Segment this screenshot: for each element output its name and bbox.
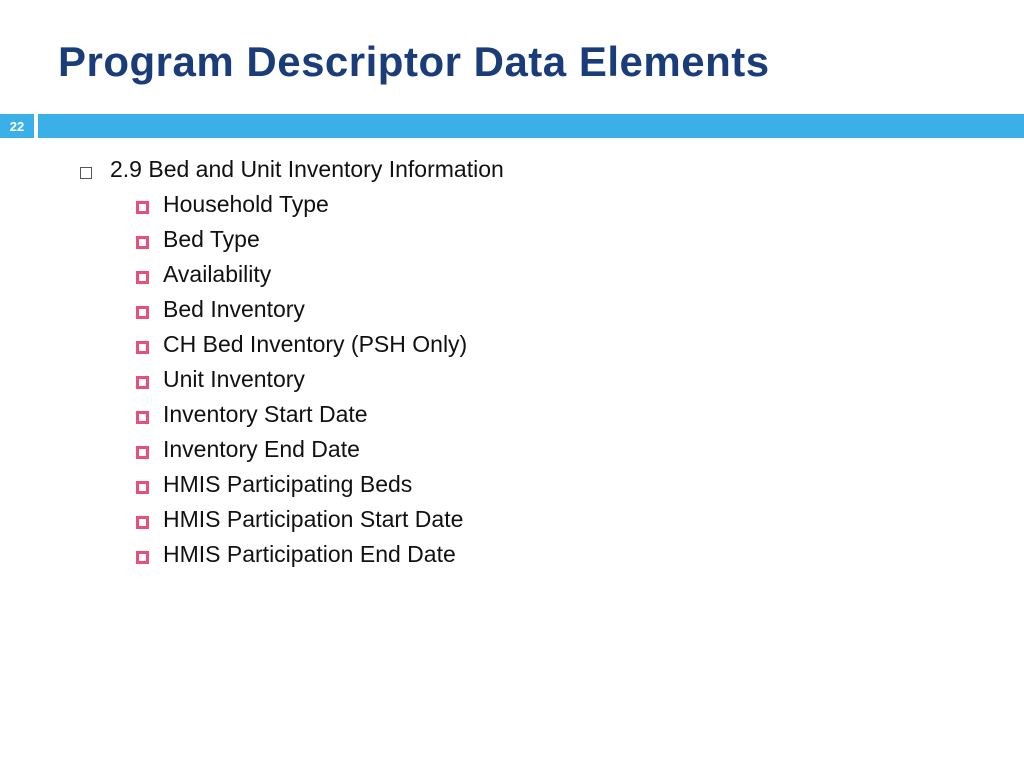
square-hollow-icon (136, 306, 149, 319)
sub-bullet-list: Household Type Bed Type Availability Bed In… (80, 191, 1024, 568)
slide-title: Program Descriptor Data Elements (0, 0, 1024, 86)
square-outline-icon (80, 167, 92, 179)
list-item: Inventory End Date (136, 436, 1024, 463)
list-item: CH Bed Inventory (PSH Only) (136, 331, 1024, 358)
square-hollow-icon (136, 271, 149, 284)
list-item: HMIS Participating Beds (136, 471, 1024, 498)
square-hollow-icon (136, 551, 149, 564)
square-hollow-icon (136, 446, 149, 459)
square-hollow-icon (136, 481, 149, 494)
sub-bullet-text: Availability (163, 261, 271, 288)
square-hollow-icon (136, 411, 149, 424)
sub-bullet-text: Inventory End Date (163, 436, 360, 463)
square-hollow-icon (136, 516, 149, 529)
list-item: HMIS Participation End Date (136, 541, 1024, 568)
sub-bullet-text: Household Type (163, 191, 329, 218)
bar-stripe (38, 114, 1024, 138)
main-bullet-text: 2.9 Bed and Unit Inventory Information (110, 156, 504, 183)
square-hollow-icon (136, 341, 149, 354)
accent-bar: 22 (0, 114, 1024, 138)
list-item: Availability (136, 261, 1024, 288)
list-item: HMIS Participation Start Date (136, 506, 1024, 533)
sub-bullet-text: Unit Inventory (163, 366, 305, 393)
sub-bullet-text: Bed Inventory (163, 296, 305, 323)
sub-bullet-text: Inventory Start Date (163, 401, 368, 428)
sub-bullet-text: CH Bed Inventory (PSH Only) (163, 331, 467, 358)
sub-bullet-text: HMIS Participation Start Date (163, 506, 463, 533)
list-item: Unit Inventory (136, 366, 1024, 393)
list-item: Bed Type (136, 226, 1024, 253)
sub-bullet-text: HMIS Participation End Date (163, 541, 456, 568)
square-hollow-icon (136, 201, 149, 214)
list-item: Household Type (136, 191, 1024, 218)
square-hollow-icon (136, 376, 149, 389)
sub-bullet-text: HMIS Participating Beds (163, 471, 412, 498)
list-item: Bed Inventory (136, 296, 1024, 323)
sub-bullet-text: Bed Type (163, 226, 260, 253)
list-item: Inventory Start Date (136, 401, 1024, 428)
square-hollow-icon (136, 236, 149, 249)
list-item-main: 2.9 Bed and Unit Inventory Information (80, 156, 1024, 183)
content-area: 2.9 Bed and Unit Inventory Information H… (0, 138, 1024, 568)
page-number: 22 (0, 114, 34, 138)
